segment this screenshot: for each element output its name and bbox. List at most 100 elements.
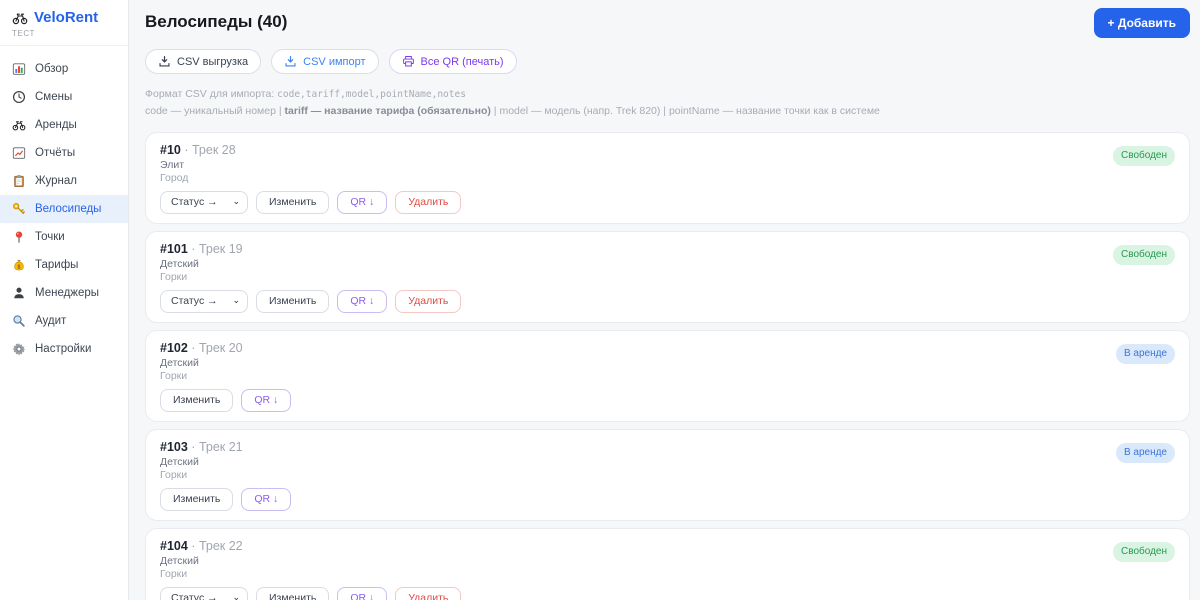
bike-card-head: #104 · Трек 22 bbox=[160, 539, 1175, 554]
print-all-qr-label: Все QR (печать) bbox=[420, 55, 504, 68]
bike-tariff: Детский bbox=[160, 356, 199, 369]
clock-icon bbox=[12, 90, 26, 104]
bike-card-actions: Статус → ⌄ Изменить QR ↓ Удалить bbox=[160, 289, 1175, 313]
sidebar-item-audit[interactable]: Аудит bbox=[0, 307, 128, 335]
sidebar-item-label: Менеджеры bbox=[35, 287, 100, 299]
bike-card: #102 · Трек 20 Детский Горки Изменить QR… bbox=[145, 329, 1190, 422]
qr-download-button[interactable]: QR ↓ bbox=[241, 388, 292, 412]
gear-icon bbox=[12, 342, 26, 356]
sidebar-item-label: Точки bbox=[35, 231, 65, 243]
bike-point: Горки bbox=[160, 369, 188, 382]
status-select[interactable]: Статус → bbox=[160, 190, 248, 214]
bike-model: Трек 21 bbox=[198, 439, 243, 454]
money-bag-icon: $ bbox=[12, 258, 26, 272]
bike-card: #104 · Трек 22 Детский Горки Статус → ⌄ … bbox=[145, 527, 1190, 600]
add-bike-button[interactable]: + Добавить bbox=[1093, 8, 1190, 38]
hint-line2-seg1: code — уникальный номер | bbox=[145, 104, 285, 117]
download-icon bbox=[158, 55, 171, 68]
bike-point: Горки bbox=[160, 567, 188, 580]
bike-card: #101 · Трек 19 Детский Горки Статус → ⌄ … bbox=[145, 230, 1190, 323]
delete-button[interactable]: Удалить bbox=[395, 586, 462, 600]
bike-card-head: #101 · Трек 19 bbox=[160, 242, 1175, 257]
status-badge: Свободен bbox=[1113, 244, 1175, 265]
status-select-wrap: Статус → ⌄ bbox=[160, 586, 248, 600]
key-icon bbox=[12, 202, 26, 216]
sidebar-item-label: Настройки bbox=[35, 343, 92, 355]
sidebar-item-label: Журнал bbox=[35, 175, 77, 187]
sidebar-item-journal[interactable]: Журнал bbox=[0, 167, 128, 195]
bike-card-actions: Статус → ⌄ Изменить QR ↓ Удалить bbox=[160, 190, 1175, 214]
page-title: Велосипеды (40) bbox=[145, 12, 288, 31]
bike-model: Трек 19 bbox=[198, 241, 243, 256]
bike-point: Горки bbox=[160, 468, 188, 481]
hint-line1-code: code,tariff,model,pointName,notes bbox=[277, 89, 466, 100]
edit-button[interactable]: Изменить bbox=[256, 190, 330, 214]
qr-download-button[interactable]: QR ↓ bbox=[337, 289, 388, 313]
sidebar-item-label: Аудит bbox=[35, 315, 67, 327]
sidebar-nav: Обзор Смены Аренды Отчёты Журнал Велосип… bbox=[0, 46, 128, 372]
status-badge: Свободен bbox=[1113, 145, 1175, 166]
sidebar-item-managers[interactable]: Менеджеры bbox=[0, 279, 128, 307]
status-select[interactable]: Статус → bbox=[160, 586, 248, 600]
hint-line1-label: Формат CSV для импорта: bbox=[145, 88, 278, 100]
toolbar: CSV выгрузка CSV импорт Все QR (печать) bbox=[145, 49, 1190, 74]
bike-card-actions: Изменить QR ↓ bbox=[160, 388, 1175, 412]
separator: · bbox=[184, 142, 189, 157]
status-badge: В аренде bbox=[1115, 343, 1175, 364]
sidebar-item-tariffs[interactable]: $ Тарифы bbox=[0, 251, 128, 279]
sidebar-item-label: Отчёты bbox=[35, 147, 76, 159]
edit-button[interactable]: Изменить bbox=[256, 586, 330, 600]
bike-card-head: #103 · Трек 21 bbox=[160, 440, 1175, 455]
app-logo[interactable]: VeloRent ТЕСТ bbox=[0, 0, 128, 46]
bike-code: #103 bbox=[160, 439, 188, 454]
main-content: Велосипеды (40) + Добавить CSV выгрузка … bbox=[129, 0, 1200, 600]
csv-format-hint: Формат CSV для импорта: code,tariff,mode… bbox=[145, 86, 1190, 119]
sidebar-item-rentals[interactable]: Аренды bbox=[0, 111, 128, 139]
bike-card-actions: Изменить QR ↓ bbox=[160, 487, 1175, 511]
qr-download-button[interactable]: QR ↓ bbox=[241, 487, 292, 511]
bike-list: #10 · Трек 28 Элит Город Статус → ⌄ Изме… bbox=[145, 131, 1190, 600]
status-select[interactable]: Статус → bbox=[160, 289, 248, 313]
separator: · bbox=[191, 340, 196, 355]
hint-line2-bold: tariff — название тарифа (обязательно) bbox=[284, 104, 491, 117]
sidebar-item-reports[interactable]: Отчёты bbox=[0, 139, 128, 167]
bike-model: Трек 20 bbox=[198, 340, 243, 355]
sidebar-item-overview[interactable]: Обзор bbox=[0, 55, 128, 83]
bike-card-head: #102 · Трек 20 bbox=[160, 341, 1175, 356]
bar-chart-icon bbox=[12, 62, 26, 76]
sidebar-item-label: Аренды bbox=[35, 119, 77, 131]
sidebar-item-bikes[interactable]: Велосипеды bbox=[0, 195, 128, 223]
download-icon bbox=[284, 55, 297, 68]
edit-button[interactable]: Изменить bbox=[160, 388, 234, 412]
bike-icon bbox=[12, 10, 28, 26]
bike-code: #101 bbox=[160, 241, 188, 256]
qr-download-button[interactable]: QR ↓ bbox=[337, 190, 388, 214]
csv-import-button[interactable]: CSV импорт bbox=[271, 49, 379, 74]
environment-label: ТЕСТ bbox=[12, 29, 36, 38]
sidebar-item-shifts[interactable]: Смены bbox=[0, 83, 128, 111]
csv-export-button[interactable]: CSV выгрузка bbox=[145, 49, 262, 74]
csv-export-label: CSV выгрузка bbox=[177, 55, 249, 68]
bike-point: Город bbox=[160, 171, 189, 184]
edit-button[interactable]: Изменить bbox=[160, 487, 234, 511]
sidebar-item-settings[interactable]: Настройки bbox=[0, 335, 128, 363]
bike-card-head: #10 · Трек 28 bbox=[160, 143, 1175, 158]
chart-up-icon bbox=[12, 146, 26, 160]
delete-button[interactable]: Удалить bbox=[395, 190, 462, 214]
print-all-qr-button[interactable]: Все QR (печать) bbox=[388, 49, 517, 74]
bike-code: #10 bbox=[160, 142, 181, 157]
sidebar-item-points[interactable]: Точки bbox=[0, 223, 128, 251]
qr-download-button[interactable]: QR ↓ bbox=[337, 586, 388, 600]
hint-line2-seg2: | model — модель (напр. Trek 820) | poin… bbox=[490, 104, 880, 117]
bike-point: Горки bbox=[160, 270, 188, 283]
sidebar-item-label: Велосипеды bbox=[35, 203, 102, 215]
app-name: VeloRent bbox=[34, 9, 99, 26]
separator: · bbox=[191, 538, 196, 553]
bike-tariff: Детский bbox=[160, 554, 199, 567]
status-badge: Свободен bbox=[1113, 541, 1175, 562]
sidebar-item-label: Смены bbox=[35, 91, 73, 103]
bike-card-actions: Статус → ⌄ Изменить QR ↓ Удалить bbox=[160, 586, 1175, 600]
delete-button[interactable]: Удалить bbox=[395, 289, 462, 313]
edit-button[interactable]: Изменить bbox=[256, 289, 330, 313]
printer-icon bbox=[402, 55, 415, 68]
